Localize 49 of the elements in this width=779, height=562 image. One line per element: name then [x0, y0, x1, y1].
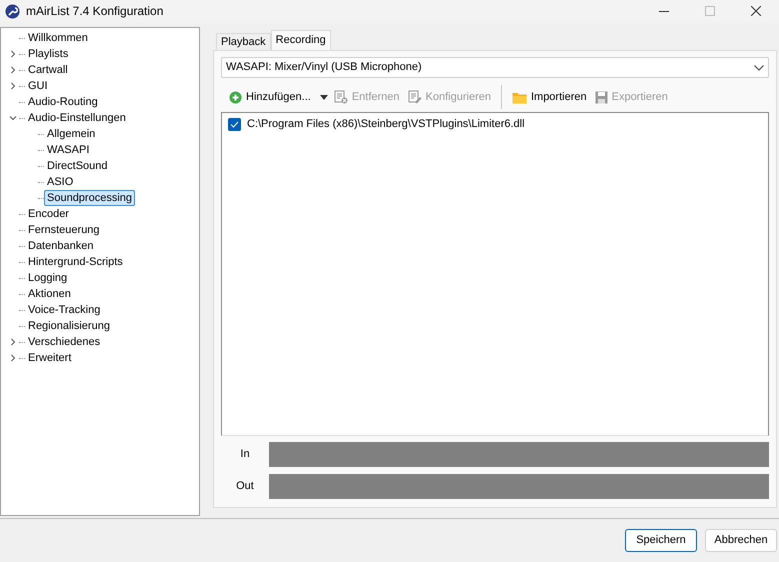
tree-item[interactable]: ASIO	[44, 174, 76, 190]
plugin-path: C:\Program Files (x86)\Steinberg\VSTPlugins\Limiter6.dll	[247, 116, 525, 132]
plus-circle-icon	[229, 90, 242, 104]
import-button[interactable]: Importieren	[510, 86, 589, 108]
tree-item[interactable]: Verschiedenes	[25, 334, 104, 350]
tree-item[interactable]: Regionalisierung	[25, 318, 113, 334]
dropdown-arrow-icon[interactable]	[320, 94, 328, 100]
dialog-button[interactable]: Speichern	[625, 529, 697, 552]
close-icon[interactable]	[751, 6, 761, 16]
expand-chevron-icon[interactable]	[9, 50, 17, 58]
wrench-icon	[5, 4, 20, 18]
tree-item[interactable]: Allgemein	[44, 126, 98, 142]
dialog-button[interactable]: Abbrechen	[705, 529, 777, 552]
tree-item[interactable]: Audio-Routing	[25, 94, 101, 110]
save-icon	[594, 90, 608, 104]
tree-item[interactable]: Fernsteuerung	[25, 222, 103, 238]
tree-item[interactable]: Datenbanken	[25, 238, 96, 254]
expand-chevron-icon[interactable]	[9, 338, 17, 346]
tree-item[interactable]: Audio-Einstellungen	[25, 110, 129, 126]
window-title: mAirList 7.4 Konfiguration	[26, 3, 164, 20]
tree-item[interactable]: Cartwall	[25, 62, 71, 78]
tree-item[interactable]: Playlists	[25, 46, 72, 62]
add-button[interactable]: Hinzufügen...	[227, 86, 313, 108]
expand-chevron-icon[interactable]	[9, 66, 17, 74]
tree-item[interactable]: WASAPI	[44, 142, 92, 158]
list-remove-icon	[334, 90, 348, 104]
expand-chevron-icon[interactable]	[9, 354, 17, 362]
tree-item[interactable]: Aktionen	[25, 286, 74, 302]
tree-item[interactable]: GUI	[25, 78, 51, 94]
tree-item[interactable]: Voice-Tracking	[25, 302, 104, 318]
tree-item[interactable]: Hintergrund-Scripts	[25, 254, 126, 270]
list-edit-icon	[408, 90, 422, 104]
chevron-down-icon	[754, 64, 764, 70]
tree-item[interactable]: Logging	[25, 270, 70, 286]
tree-item[interactable]: Erweitert	[25, 350, 74, 366]
tree-item[interactable]: Encoder	[25, 206, 72, 222]
tree-item[interactable]: DirectSound	[44, 158, 111, 174]
checkbox[interactable]	[228, 118, 241, 130]
checkmark-icon	[230, 120, 239, 128]
meter-label: In	[239, 446, 251, 462]
tab[interactable]: Recording	[270, 30, 331, 50]
device-dropdown[interactable]: WASAPI: Mixer/Vinyl (USB Microphone)	[221, 57, 769, 78]
folder-icon	[512, 90, 527, 104]
expand-chevron-icon[interactable]	[9, 82, 17, 90]
meter-label: Out	[235, 478, 255, 494]
tree-item[interactable]: Willkommen	[25, 30, 91, 46]
collapse-chevron-icon[interactable]	[9, 114, 17, 122]
tree-item[interactable]: Soundprocessing	[44, 190, 136, 206]
tab[interactable]: Playback	[216, 33, 271, 50]
